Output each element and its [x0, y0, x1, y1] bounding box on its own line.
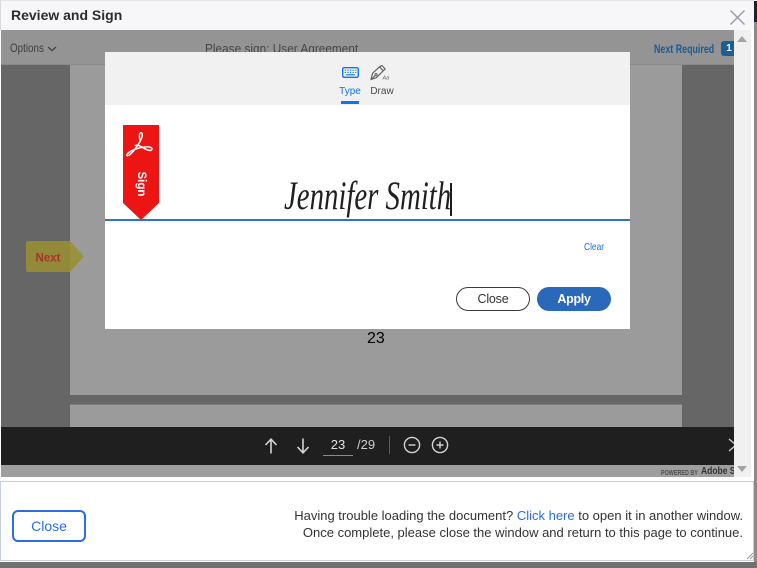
- svg-text:Aa: Aa: [382, 76, 390, 82]
- svg-text:Next: Next: [36, 253, 61, 265]
- svg-text:Sign: Sign: [135, 172, 147, 197]
